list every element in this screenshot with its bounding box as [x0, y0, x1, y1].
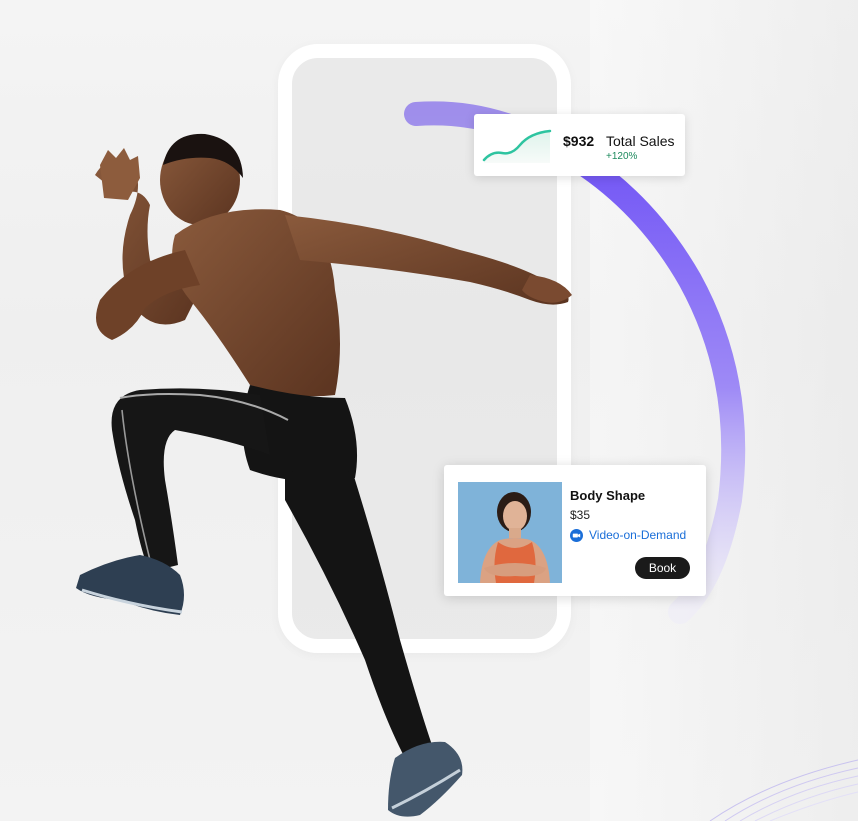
- sales-amount: $932: [563, 133, 595, 149]
- delivery-type: Video-on-Demand: [570, 528, 686, 542]
- class-price: $35: [570, 508, 591, 522]
- sales-change: +120%: [606, 151, 638, 162]
- decorative-wave-lines: [709, 759, 858, 821]
- trainer-photo: [458, 482, 562, 583]
- book-button[interactable]: Book: [635, 557, 690, 579]
- class-booking-card: Body Shape $35 Video-on-Demand Book: [444, 465, 706, 596]
- running-athlete-image: [76, 133, 572, 817]
- sales-label: Total Sales: [606, 133, 675, 149]
- sparkline-chart-icon: [482, 129, 552, 163]
- total-sales-card: $932 Total Sales +120%: [474, 114, 685, 176]
- class-name: Body Shape: [570, 488, 646, 503]
- video-camera-icon: [570, 528, 583, 542]
- delivery-label[interactable]: Video-on-Demand: [589, 528, 686, 542]
